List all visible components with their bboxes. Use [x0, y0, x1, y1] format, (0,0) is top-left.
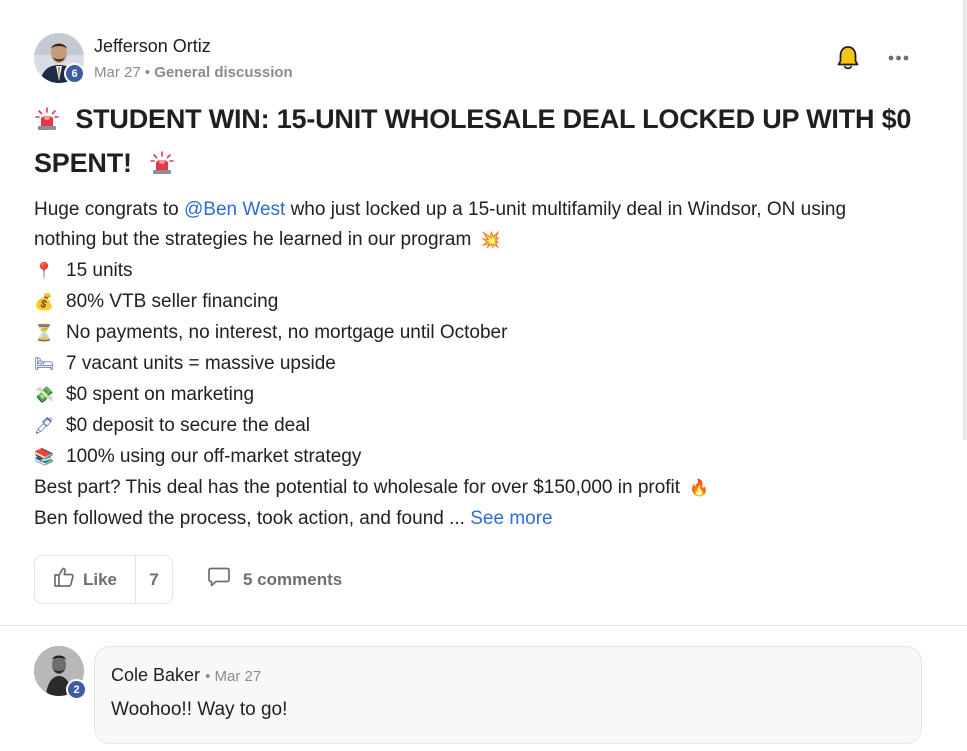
comment-bubble: Cole Baker • Mar 27 Woohoo!! Way to go! — [94, 646, 922, 744]
commenter-avatar[interactable]: 2 — [34, 646, 87, 700]
siren-icon — [34, 101, 60, 130]
post-body: Huge congrats to @Ben West who just lock… — [34, 195, 934, 534]
scrollbar[interactable] — [963, 0, 967, 440]
thumbs-up-icon — [53, 566, 75, 593]
intro-line-2: nothing but the strategies he learned in… — [34, 225, 934, 256]
comment-bubble-icon — [207, 566, 231, 593]
collision-emoji-icon: 💥 — [480, 232, 501, 249]
comments-link[interactable]: 5 comments — [207, 566, 342, 593]
intro-text: who just locked up a 15-unit multifamily… — [285, 199, 847, 220]
pen-emoji-icon: 🖊 — [34, 418, 55, 435]
commenter-name[interactable]: Cole Baker — [111, 665, 200, 685]
bullet-text: $0 deposit to secure the deal — [66, 415, 311, 436]
pin-emoji-icon: 📍 — [34, 263, 54, 280]
last-line-text: Ben followed the process, took action, a… — [34, 508, 465, 529]
bullet-item: ⏳ No payments, no interest, no mortgage u… — [34, 318, 934, 349]
comments-count-label: 5 comments — [243, 569, 343, 589]
like-control: Like 7 — [34, 555, 173, 604]
bullet-item: 🖊 $0 deposit to secure the deal — [34, 411, 934, 442]
bullet-item: 📍 15 units — [34, 256, 934, 287]
money-bag-emoji-icon: 💰 — [34, 294, 54, 311]
bullet-item: 💰 80% VTB seller financing — [34, 287, 934, 318]
bullet-text: $0 spent on marketing — [66, 384, 255, 405]
hourglass-emoji-icon: ⏳ — [34, 325, 54, 342]
comment-meta: • Mar 27 — [205, 668, 261, 685]
like-label: Like — [82, 569, 118, 589]
commenter-level-badge: 2 — [66, 679, 87, 700]
bullet-item: 💸 $0 spent on marketing — [34, 380, 934, 411]
siren-icon — [149, 145, 175, 174]
post-meta: Mar 27 • General discussion — [94, 64, 293, 81]
comment-date: Mar 27 — [214, 668, 262, 685]
bullet-text: 15 units — [66, 260, 133, 281]
bullet-item: 📚 100% using our off-market strategy — [34, 442, 934, 473]
bullet-text: 80% VTB seller financing — [66, 291, 279, 312]
author-name[interactable]: Jefferson Ortiz — [94, 36, 211, 57]
bullet-text: 7 vacant units = massive upside — [66, 353, 336, 374]
post-category[interactable]: General discussion — [154, 64, 292, 81]
bullet-text: 100% using our off-market strategy — [66, 446, 362, 467]
author-avatar[interactable]: 6 — [34, 33, 85, 84]
intro-text: nothing but the strategies he learned in… — [34, 229, 472, 250]
books-emoji-icon: 📚 — [34, 449, 54, 466]
meta-separator: • — [144, 64, 151, 81]
intro-text: Huge congrats to — [34, 199, 184, 220]
intro-line-1: Huge congrats to @Ben West who just lock… — [34, 195, 934, 225]
bullet-item: 🛏 7 vacant units = massive upside — [34, 349, 934, 380]
fire-emoji-icon: 🔥 — [689, 480, 710, 497]
money-wings-emoji-icon: 💸 — [34, 387, 54, 404]
mention-link[interactable]: @Ben West — [184, 199, 285, 220]
comment-text: Woohoo!! Way to go! — [111, 699, 288, 720]
meta-separator: • — [205, 668, 211, 685]
author-level-badge: 6 — [64, 63, 85, 84]
last-line: Ben followed the process, took action, a… — [34, 504, 934, 534]
best-part-text: Best part? This deal has the potential t… — [34, 477, 681, 498]
like-button[interactable]: Like — [35, 556, 136, 603]
see-more-link[interactable]: See more — [470, 508, 552, 529]
best-part-line: Best part? This deal has the potential t… — [34, 473, 934, 504]
post-card: 6 Jefferson Ortiz Mar 27 • General discu… — [0, 0, 967, 626]
more-options-icon[interactable] — [884, 48, 914, 68]
like-count[interactable]: 7 — [136, 556, 172, 603]
bed-emoji-icon: 🛏 — [34, 356, 55, 373]
bell-icon[interactable] — [836, 45, 860, 71]
commenter-name-row: Cole Baker • Mar 27 — [111, 665, 261, 686]
post-title: STUDENT WIN: 15-UNIT WHOLESALE DEAL LOCK… — [34, 97, 934, 185]
post-date: Mar 27 — [94, 64, 141, 81]
section-divider — [0, 625, 967, 626]
bullet-text: No payments, no interest, no mortgage un… — [66, 322, 508, 343]
